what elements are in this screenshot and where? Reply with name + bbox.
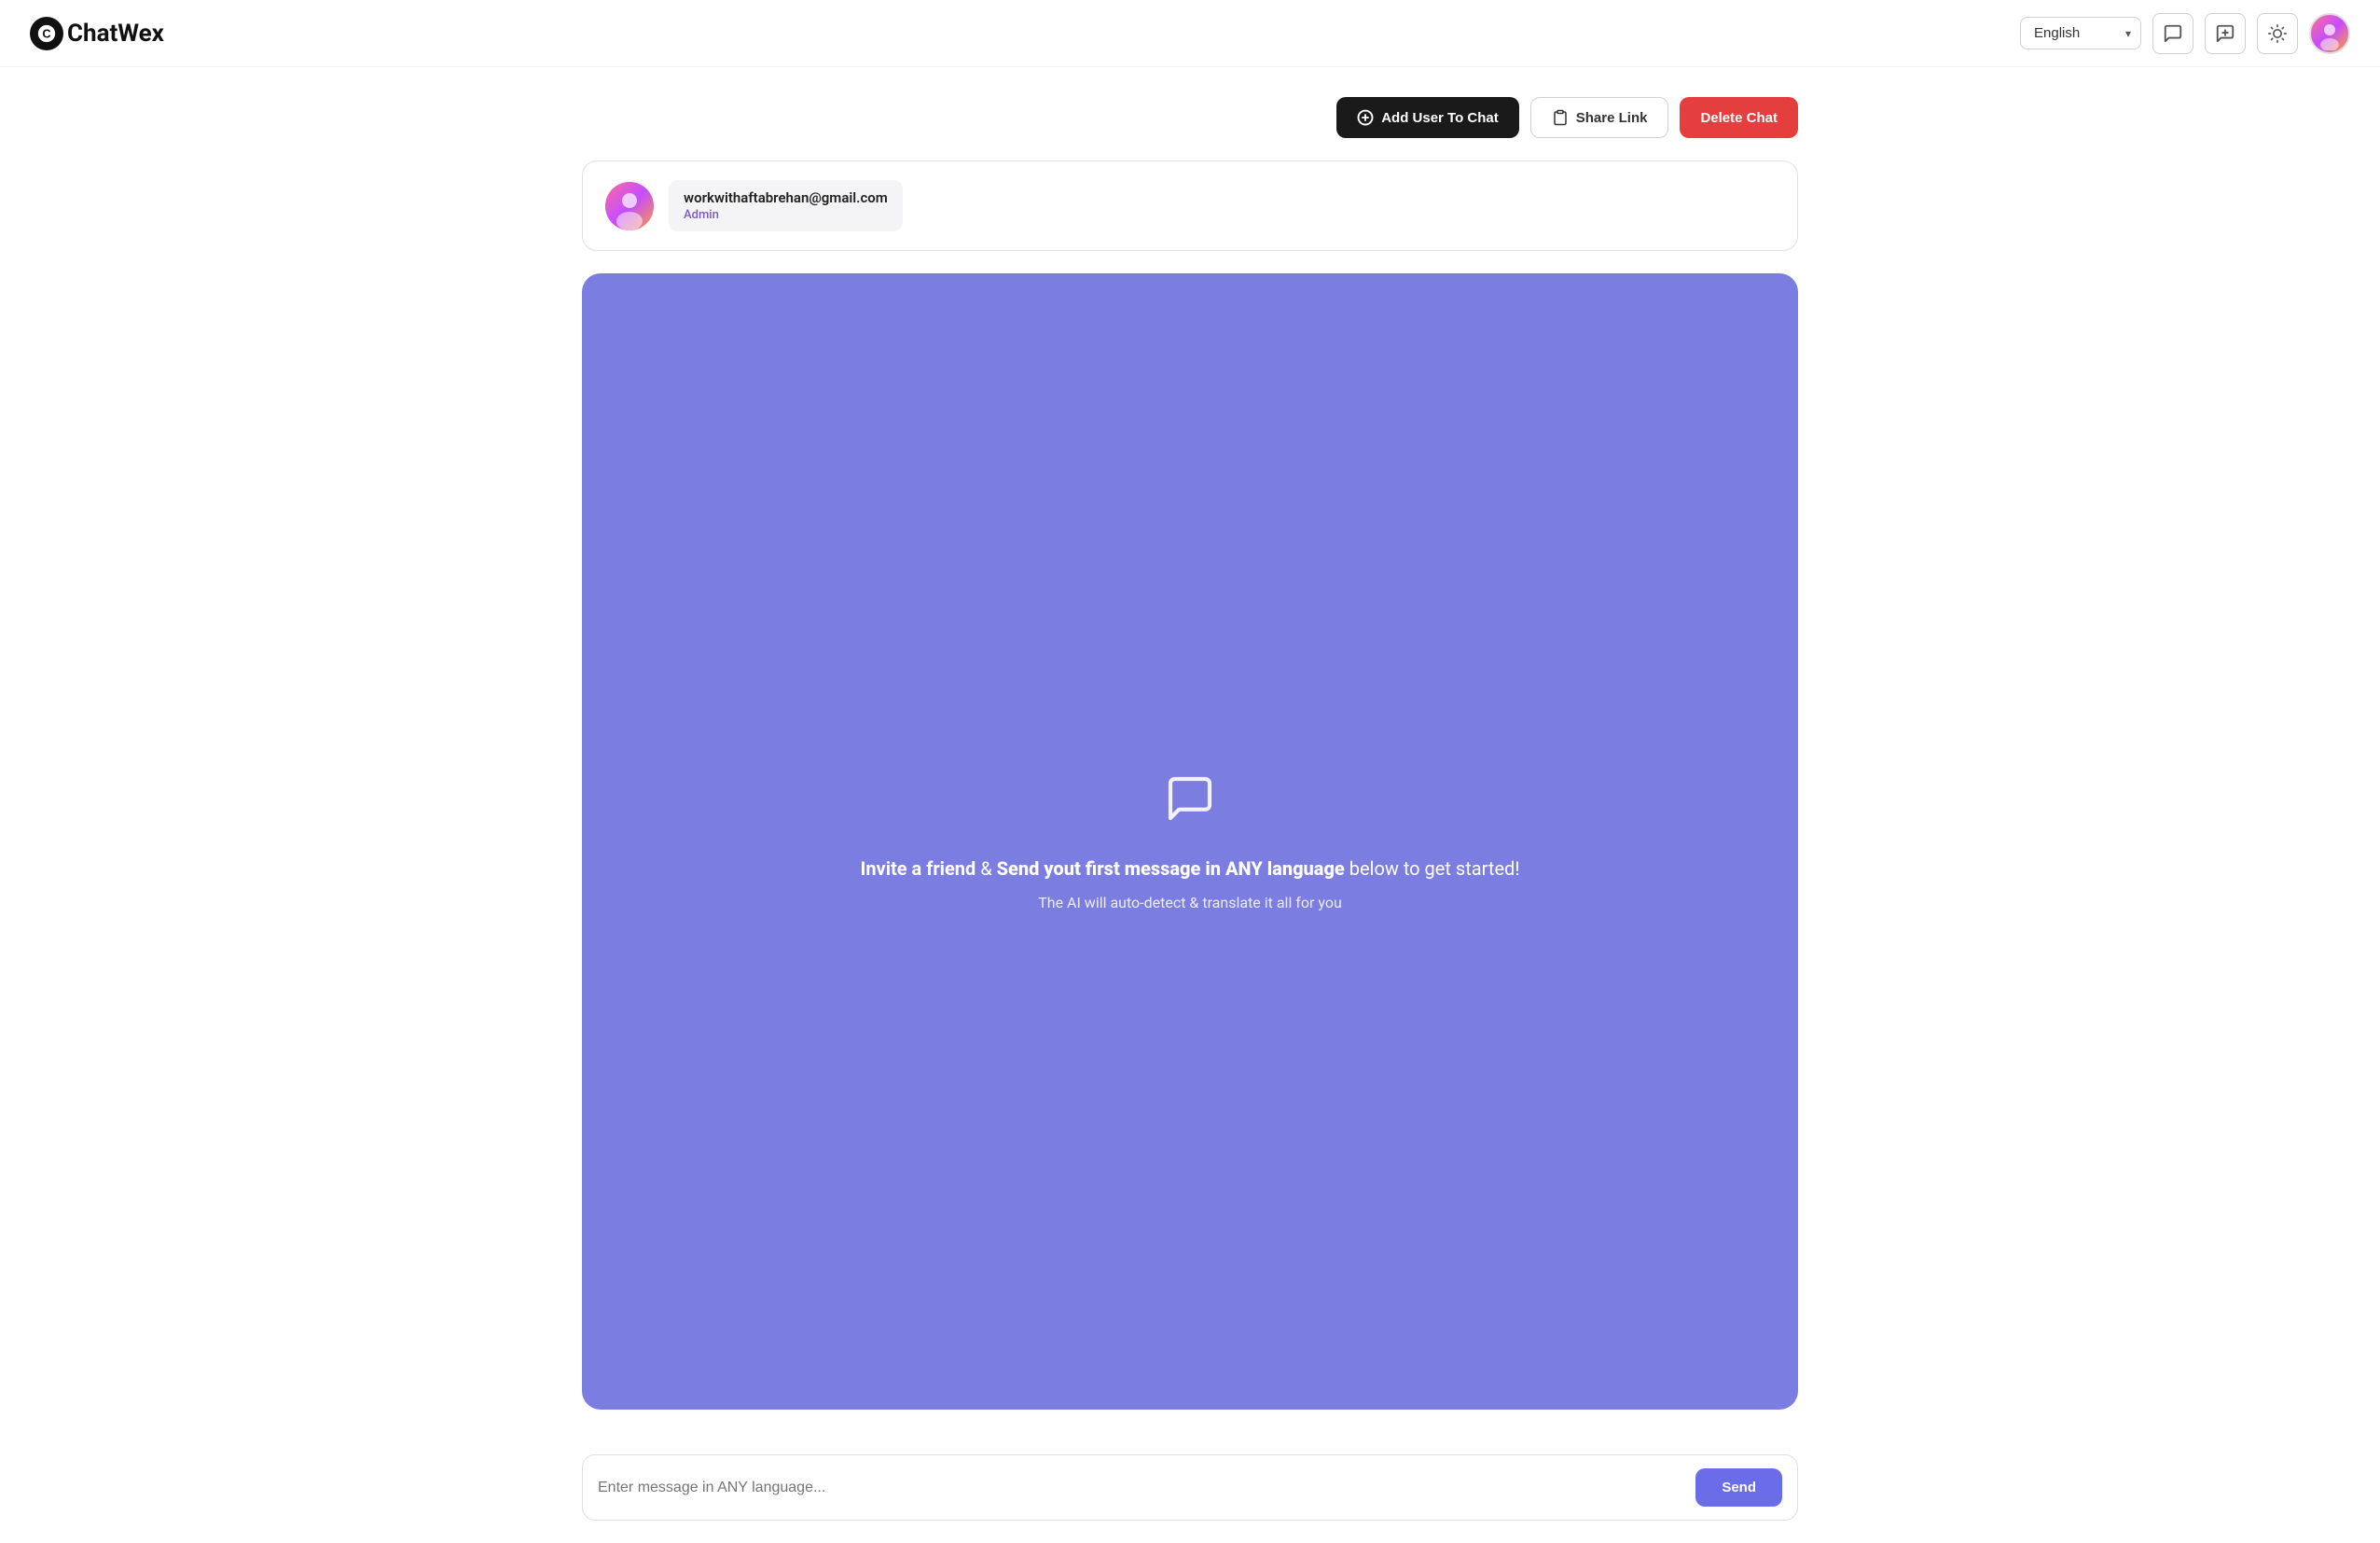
user-card-avatar bbox=[605, 182, 654, 230]
chat-bubble-icon bbox=[1164, 772, 1216, 836]
message-input-wrapper: Send bbox=[582, 1454, 1798, 1521]
header: C ChatWex English Spanish French German … bbox=[0, 0, 2380, 67]
welcome-headline-part2: Send yout first message in ANY language bbox=[997, 857, 1345, 880]
user-info-wrapper: workwithaftabrehan@gmail.com Admin bbox=[669, 180, 903, 231]
delete-chat-button[interactable]: Delete Chat bbox=[1680, 97, 1798, 138]
main-content: Add User To Chat Share Link Delete Chat bbox=[537, 67, 1843, 1439]
share-link-button[interactable]: Share Link bbox=[1530, 97, 1669, 138]
send-label: Send bbox=[1722, 1480, 1756, 1495]
logo[interactable]: C ChatWex bbox=[30, 17, 164, 50]
svg-text:C: C bbox=[42, 26, 50, 40]
delete-chat-label: Delete Chat bbox=[1700, 110, 1778, 126]
language-selector[interactable]: English Spanish French German Arabic Chi… bbox=[2020, 17, 2141, 49]
action-bar: Add User To Chat Share Link Delete Chat bbox=[582, 97, 1798, 138]
welcome-headline-amp: & bbox=[976, 857, 996, 880]
add-user-button[interactable]: Add User To Chat bbox=[1336, 97, 1519, 138]
user-card: workwithaftabrehan@gmail.com Admin bbox=[582, 160, 1798, 251]
theme-toggle-button[interactable] bbox=[2257, 13, 2298, 54]
messages-icon-button[interactable] bbox=[2152, 13, 2193, 54]
logo-icon: C bbox=[30, 17, 63, 50]
add-user-label: Add User To Chat bbox=[1381, 110, 1499, 126]
welcome-headline: Invite a friend & Send yout first messag… bbox=[861, 855, 1520, 883]
welcome-banner: Invite a friend & Send yout first messag… bbox=[582, 273, 1798, 1410]
user-email: workwithaftabrehan@gmail.com bbox=[684, 189, 888, 206]
language-select-input[interactable]: English Spanish French German Arabic Chi… bbox=[2034, 25, 2127, 41]
welcome-headline-suffix: below to get started! bbox=[1345, 857, 1520, 880]
header-right: English Spanish French German Arabic Chi… bbox=[2020, 13, 2350, 54]
send-button[interactable]: Send bbox=[1695, 1468, 1782, 1507]
welcome-headline-part1: Invite a friend bbox=[861, 857, 976, 880]
logo-text: ChatWex bbox=[67, 20, 164, 48]
message-input[interactable] bbox=[598, 1480, 1684, 1496]
user-avatar-button[interactable] bbox=[2309, 13, 2350, 54]
share-link-label: Share Link bbox=[1576, 110, 1648, 126]
welcome-subtext: The AI will auto-detect & translate it a… bbox=[1038, 894, 1342, 911]
message-area: Send bbox=[537, 1439, 1843, 1543]
new-chat-icon-button[interactable] bbox=[2205, 13, 2246, 54]
user-role: Admin bbox=[684, 208, 888, 222]
